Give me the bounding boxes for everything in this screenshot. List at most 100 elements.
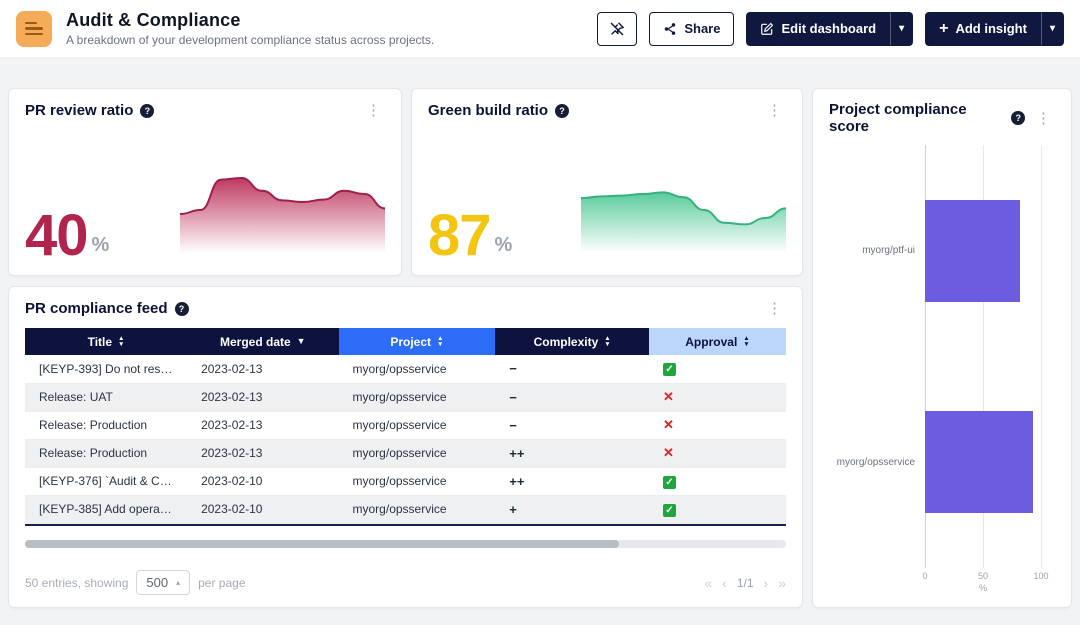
x-axis-ticks: 050100 [925,568,1041,583]
cell-approval: ✓ [649,467,786,495]
column-header-label: Approval [685,335,737,349]
cell-project: myorg/opsservice [339,355,496,383]
share-icon [663,22,677,36]
last-page-icon[interactable]: » [778,575,786,591]
table-row[interactable]: [KEYP-393] Do not reset...2023-02-13myor… [25,355,786,383]
cell-approval: ✓ [649,495,786,523]
feed-table-container: Title▲▼Merged date▼Project▲▼Complexity▲▼… [25,328,786,526]
share-button[interactable]: Share [649,12,734,46]
dashboard-grid: PR review ratio ? ⋮ 40 % Green build rat… [0,58,1080,608]
edit-icon [760,22,774,36]
table-row[interactable]: Release: Production2023-02-13myorg/opsse… [25,439,786,467]
check-icon: ✓ [663,476,676,489]
column-header-label: Complexity [534,335,599,349]
table-row[interactable]: Release: Production2023-02-13myorg/opsse… [25,411,786,439]
cell-approval: ✕ [649,411,786,439]
column-header[interactable]: Title▲▼ [25,328,187,355]
cell-project: myorg/opsservice [339,383,496,411]
kpi-value-block: 87 % [428,208,512,263]
chevron-down-icon: ▾ [1050,23,1055,34]
kebab-menu-icon[interactable]: ⋮ [763,299,786,318]
page-size-value: 500 [146,575,168,590]
cell-complexity: − [495,411,649,439]
feed-table: Title▲▼Merged date▼Project▲▼Complexity▲▼… [25,328,786,524]
unpin-icon [609,21,625,37]
help-icon[interactable]: ? [1011,111,1025,125]
header: Audit & Compliance A breakdown of your d… [0,0,1080,58]
kebab-menu-icon[interactable]: ⋮ [763,101,786,120]
edit-dashboard-button[interactable]: Edit dashboard [746,12,890,46]
cell-date: 2023-02-13 [187,383,338,411]
cell-project: myorg/opsservice [339,467,496,495]
column-header[interactable]: Complexity▲▼ [495,328,649,355]
add-insight-button[interactable]: + Add insight [925,12,1041,46]
page-subtitle: A breakdown of your development complian… [66,33,434,47]
cell-date: 2023-02-13 [187,411,338,439]
cross-icon: ✕ [663,389,674,404]
cell-date: 2023-02-10 [187,495,338,523]
edit-dashboard-caret-button[interactable]: ▾ [890,12,913,46]
column-header[interactable]: Merged date▼ [187,328,338,355]
card-title: Project compliance score [829,101,1004,135]
cell-complexity: ++ [495,467,649,495]
pr-review-unit: % [92,234,110,257]
help-icon[interactable]: ? [140,104,154,118]
page-indicator: 1/1 [737,576,754,590]
check-icon: ✓ [663,504,676,517]
x-tick-label: 0 [922,571,927,581]
card-title: PR review ratio [25,102,133,119]
dashboard-list-icon[interactable] [16,11,52,47]
entries-count-label: 50 entries, showing [25,576,128,590]
plus-icon: + [939,20,948,38]
horizontal-scrollbar[interactable] [25,540,786,548]
edit-dashboard-label: Edit dashboard [781,21,876,36]
column-header[interactable]: Project▲▼ [339,328,496,355]
help-icon[interactable]: ? [555,104,569,118]
next-page-icon[interactable]: › [764,575,769,591]
pr-compliance-feed-card: PR compliance feed ? ⋮ Title▲▼Merged dat… [8,286,803,608]
sort-icon: ▲▼ [743,336,749,348]
feed-header-row: Title▲▼Merged date▼Project▲▼Complexity▲▼… [25,328,786,355]
bar-plot [925,145,1041,568]
kebab-menu-icon[interactable]: ⋮ [362,101,385,120]
x-axis-label: % [925,583,1041,595]
kebab-menu-icon[interactable]: ⋮ [1032,109,1055,128]
column-header[interactable]: Approval ▲▼ [649,328,786,355]
chevron-down-icon: ▾ [899,23,904,34]
unpin-button[interactable] [597,12,637,46]
table-row[interactable]: Release: UAT2023-02-13myorg/opsservice−✕ [25,383,786,411]
bar[interactable] [925,411,1033,513]
cell-complexity: − [495,355,649,383]
cell-project: myorg/opsservice [339,495,496,523]
share-button-label: Share [684,21,720,36]
scrollbar-thumb[interactable] [25,540,619,548]
cell-approval: ✕ [649,439,786,467]
cell-title: Release: UAT [25,383,187,411]
first-page-icon[interactable]: « [704,575,712,591]
cell-title: [KEYP-385] Add operato... [25,495,187,523]
prev-page-icon[interactable]: ‹ [722,575,727,591]
pr-review-value: 40 [25,208,88,263]
cell-title: Release: Production [25,439,187,467]
cell-title: [KEYP-393] Do not reset... [25,355,187,383]
pagination: « ‹ 1/1 › » [704,575,786,591]
column-header-label: Title [88,335,112,349]
project-compliance-score-card: Project compliance score ? ⋮ myorg/ptf-u… [812,88,1072,608]
table-row[interactable]: [KEYP-376] `Audit & Co...2023-02-10myorg… [25,467,786,495]
pr-review-ratio-card: PR review ratio ? ⋮ 40 % [8,88,402,276]
x-tick-label: 50 [978,571,988,581]
add-insight-label: Add insight [955,21,1027,36]
page-size-select[interactable]: 500 ▴ [136,570,190,595]
kpi-value-block: 40 % [25,208,109,263]
sort-desc-icon: ▼ [297,337,306,346]
bar[interactable] [925,200,1020,302]
bar-slot [925,357,1041,569]
cell-project: myorg/opsservice [339,411,496,439]
cell-approval: ✕ [649,383,786,411]
add-insight-caret-button[interactable]: ▾ [1041,12,1064,46]
table-row[interactable]: [KEYP-385] Add operato...2023-02-10myorg… [25,495,786,523]
help-icon[interactable]: ? [175,302,189,316]
card-title: PR compliance feed [25,300,168,317]
bar-category-label: myorg/ptf-ui [829,145,915,357]
feed-body: [KEYP-393] Do not reset...2023-02-13myor… [25,355,786,523]
